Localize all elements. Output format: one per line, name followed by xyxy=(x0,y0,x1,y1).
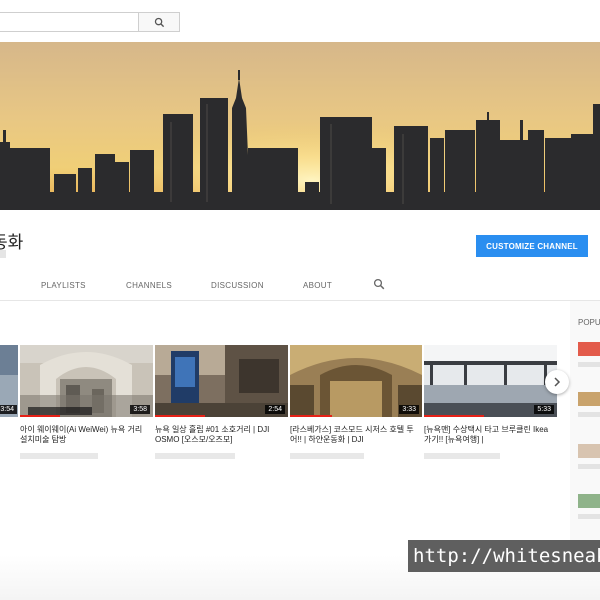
city-skyline-image xyxy=(0,42,600,210)
watch-progress xyxy=(20,415,60,417)
video-title[interactable]: 뉴욕 일상 흘립 #01 소호거리 | DJI OSMO [오스모/오즈모] xyxy=(155,425,283,445)
video-duration: 3:33 xyxy=(399,405,419,414)
video-thumbnail[interactable]: 3:33 xyxy=(290,345,422,417)
video-duration: 2:54 xyxy=(265,405,285,414)
carousel-next-button[interactable] xyxy=(545,370,569,394)
sidebar-channel-avatar[interactable] xyxy=(578,444,600,458)
watermark-text: http://whitesneaker xyxy=(408,540,600,572)
sidebar-title: POPU xyxy=(578,318,600,327)
video-thumbnail[interactable]: 5:33 xyxy=(424,345,557,417)
video-meta xyxy=(20,453,98,459)
sidebar-channel-line xyxy=(578,362,600,367)
tab-about[interactable]: ABOUT xyxy=(303,281,332,290)
search-icon[interactable] xyxy=(373,278,385,290)
video-duration: 3:58 xyxy=(130,405,150,414)
tab-playlists[interactable]: PLAYLISTS xyxy=(41,281,86,290)
sidebar-channel-avatar[interactable] xyxy=(578,342,600,356)
search-icon xyxy=(154,17,164,27)
tab-discussion[interactable]: DISCUSSION xyxy=(211,281,264,290)
channel-tabs: · PLAYLISTS CHANNELS DISCUSSION ABOUT xyxy=(0,268,600,301)
sidebar-channel-line xyxy=(578,464,600,469)
video-title[interactable]: [뉴욕맨] 수상택시 타고 브루클린 Ikea 가기!! [뉴욕여행] | xyxy=(424,425,552,445)
watch-progress xyxy=(155,415,205,417)
video-meta xyxy=(155,453,235,459)
sidebar-channel-line xyxy=(578,412,600,417)
search-button[interactable] xyxy=(138,12,180,32)
video-meta xyxy=(424,453,500,459)
search-input[interactable] xyxy=(0,12,138,32)
video-duration: 3:54 xyxy=(0,405,17,414)
video-thumbnail[interactable]: 3:54 xyxy=(0,345,18,417)
watch-progress xyxy=(424,415,484,417)
video-meta xyxy=(290,453,364,459)
sidebar-channel-line xyxy=(578,514,600,519)
channel-banner xyxy=(0,42,600,210)
subscriber-count xyxy=(0,250,6,258)
video-title[interactable]: 아이 웨이웨이(Ai WeiWei) 뉴욕 거리 설치미술 탐방 xyxy=(20,425,148,445)
watch-progress xyxy=(290,415,332,417)
video-duration: 5:33 xyxy=(534,405,554,414)
tab-channels[interactable]: CHANNELS xyxy=(126,281,172,290)
customize-channel-button[interactable]: CUSTOMIZE CHANNEL xyxy=(476,235,588,257)
video-thumbnail[interactable]: 2:54 xyxy=(155,345,288,417)
chevron-right-icon xyxy=(554,377,561,387)
sidebar-channel-avatar[interactable] xyxy=(578,392,600,406)
video-thumbnail[interactable]: 3:58 xyxy=(20,345,153,417)
video-title[interactable]: [라스베가스] 코스모드 시저스 호텔 투어!! | 하얀운동화 | DJI xyxy=(290,425,418,445)
sidebar-channel-avatar[interactable] xyxy=(578,494,600,508)
